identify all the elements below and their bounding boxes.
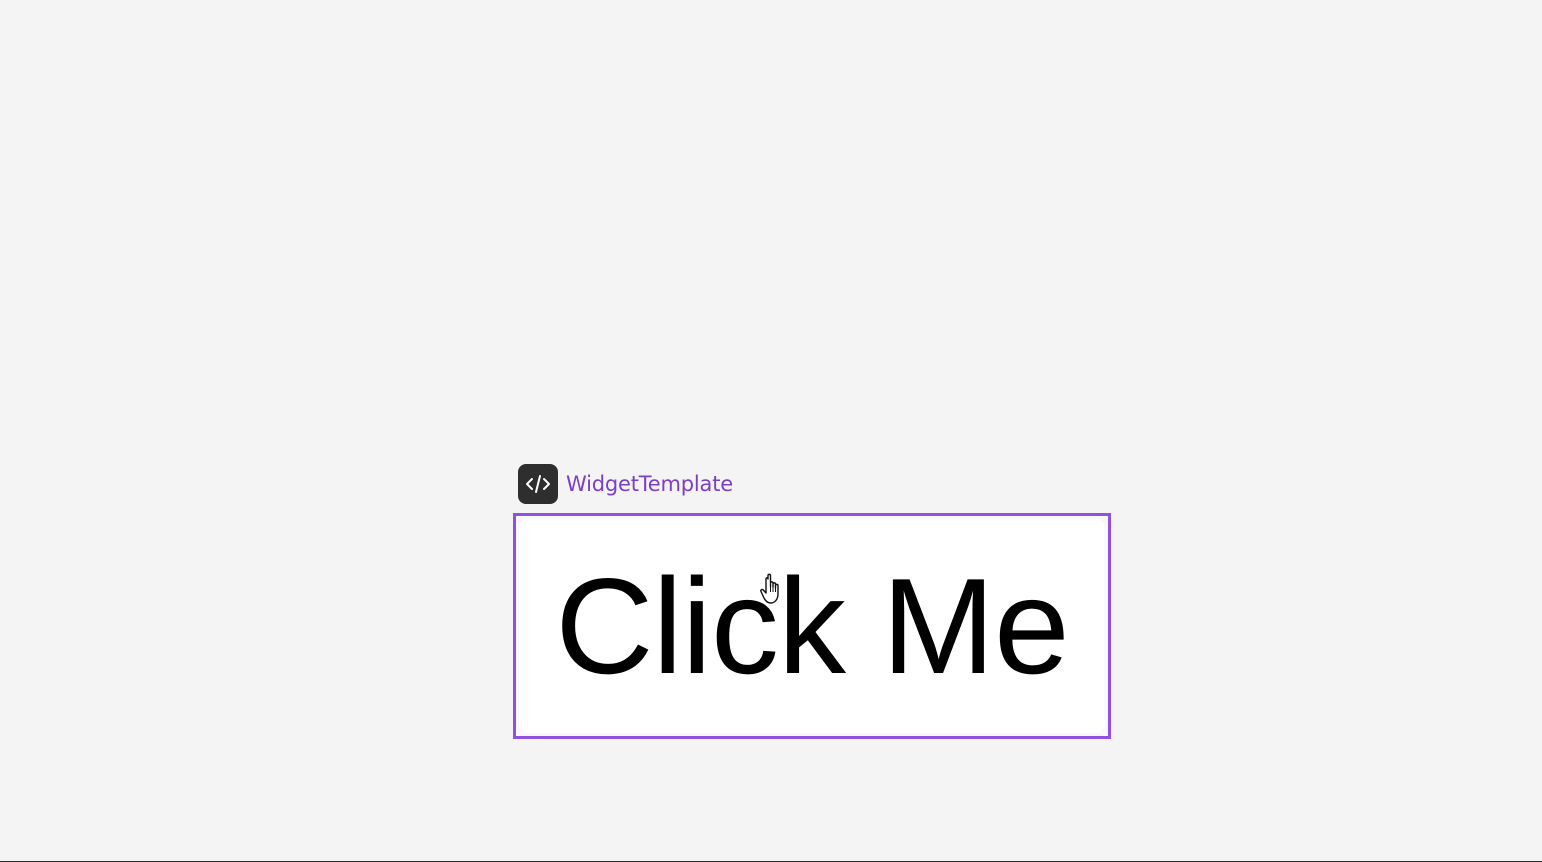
widget-tag[interactable]: WidgetTemplate [518,464,733,504]
widget-selection-frame: Click Me [513,513,1111,739]
click-me-button[interactable]: Click Me [519,519,1105,733]
click-me-button-label: Click Me [555,550,1069,702]
canvas: WidgetTemplate Click Me [0,0,1542,862]
code-icon [518,464,558,504]
widget-name-label: WidgetTemplate [566,472,733,496]
